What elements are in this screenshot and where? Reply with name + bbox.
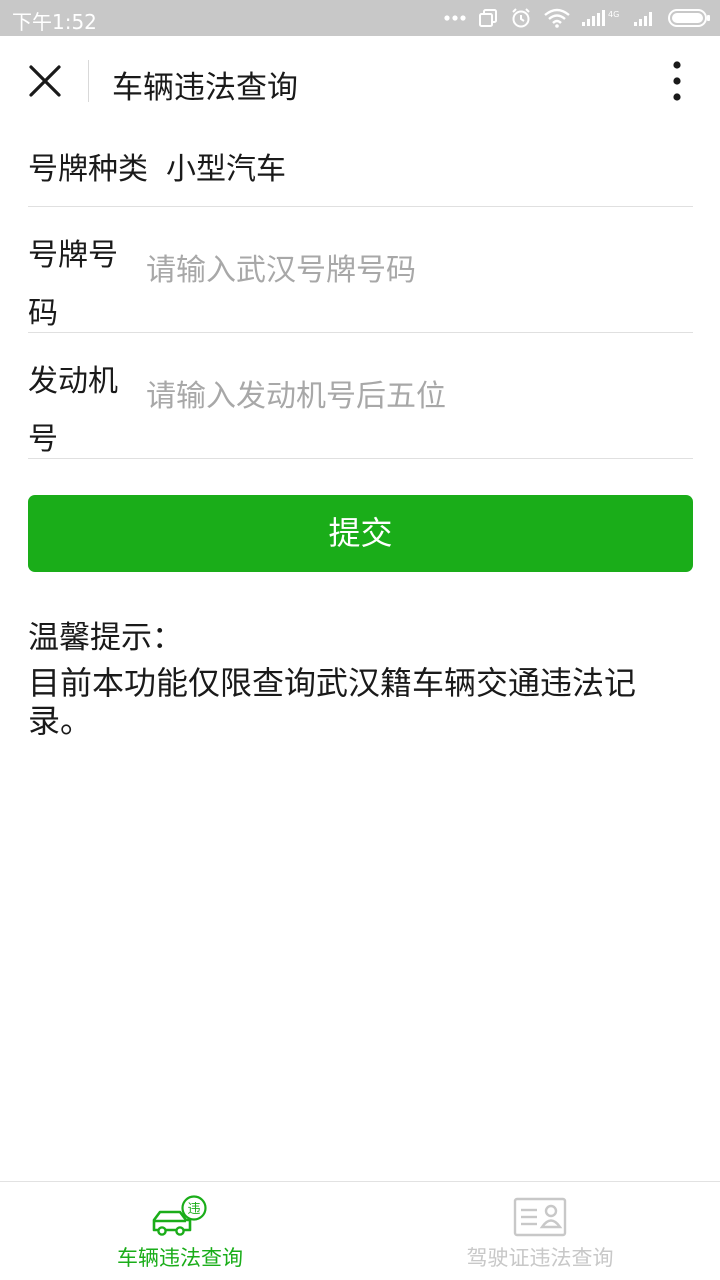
status-bar: 下午1:52 4G [0,0,720,36]
plate-type-value[interactable]: 小型汽车 [166,144,286,188]
tab-vehicle-violation[interactable]: 违 车辆违法查询 [0,1182,360,1280]
tip-text: 目前本功能仅限查询武汉籍车辆交通违法记录。 [28,664,637,740]
engine-number-input[interactable] [146,369,686,423]
plate-type-label: 号牌种类 [28,152,148,187]
signal-icon [634,12,652,26]
engine-number-label: 发动机号 [28,364,118,457]
alarm-icon [512,8,530,28]
submit-button[interactable]: 提交 [28,495,693,572]
tab-license-violation[interactable]: 驾驶证违法查询 [360,1182,720,1280]
sim-copy-icon [479,9,497,27]
more-dots-icon [444,15,466,21]
status-time: 下午1:52 [12,10,97,34]
close-icon[interactable] [22,58,68,104]
plate-type-row[interactable]: 号牌种类 小型汽车 [28,128,693,207]
title-divider [88,60,89,102]
battery-icon [668,9,710,27]
plate-number-row: 号牌号码 [28,207,693,333]
network-type-label: 4G [608,10,619,19]
tab-label: 驾驶证违法查询 [466,1246,614,1270]
more-vertical-icon[interactable] [654,58,700,104]
bottom-tab-bar: 违 车辆违法查询 驾驶证违法查询 [0,1181,720,1280]
title-bar: 车辆违法查询 [0,36,720,128]
plate-number-input[interactable] [146,243,686,297]
driver-license-icon [513,1197,567,1237]
tab-label: 车辆违法查询 [117,1246,243,1270]
car-violation-badge: 违 [187,1202,200,1217]
4g-signal-icon: 4G [582,10,619,26]
status-icons: 4G [444,5,710,31]
tip-title: 温馨提示： [28,620,183,656]
wifi-icon [544,8,570,28]
plate-number-label: 号牌号码 [28,238,118,331]
engine-number-row: 发动机号 [28,333,693,459]
page-title: 车辆违法查询 [112,70,298,106]
car-violation-icon: 违 [152,1195,207,1236]
